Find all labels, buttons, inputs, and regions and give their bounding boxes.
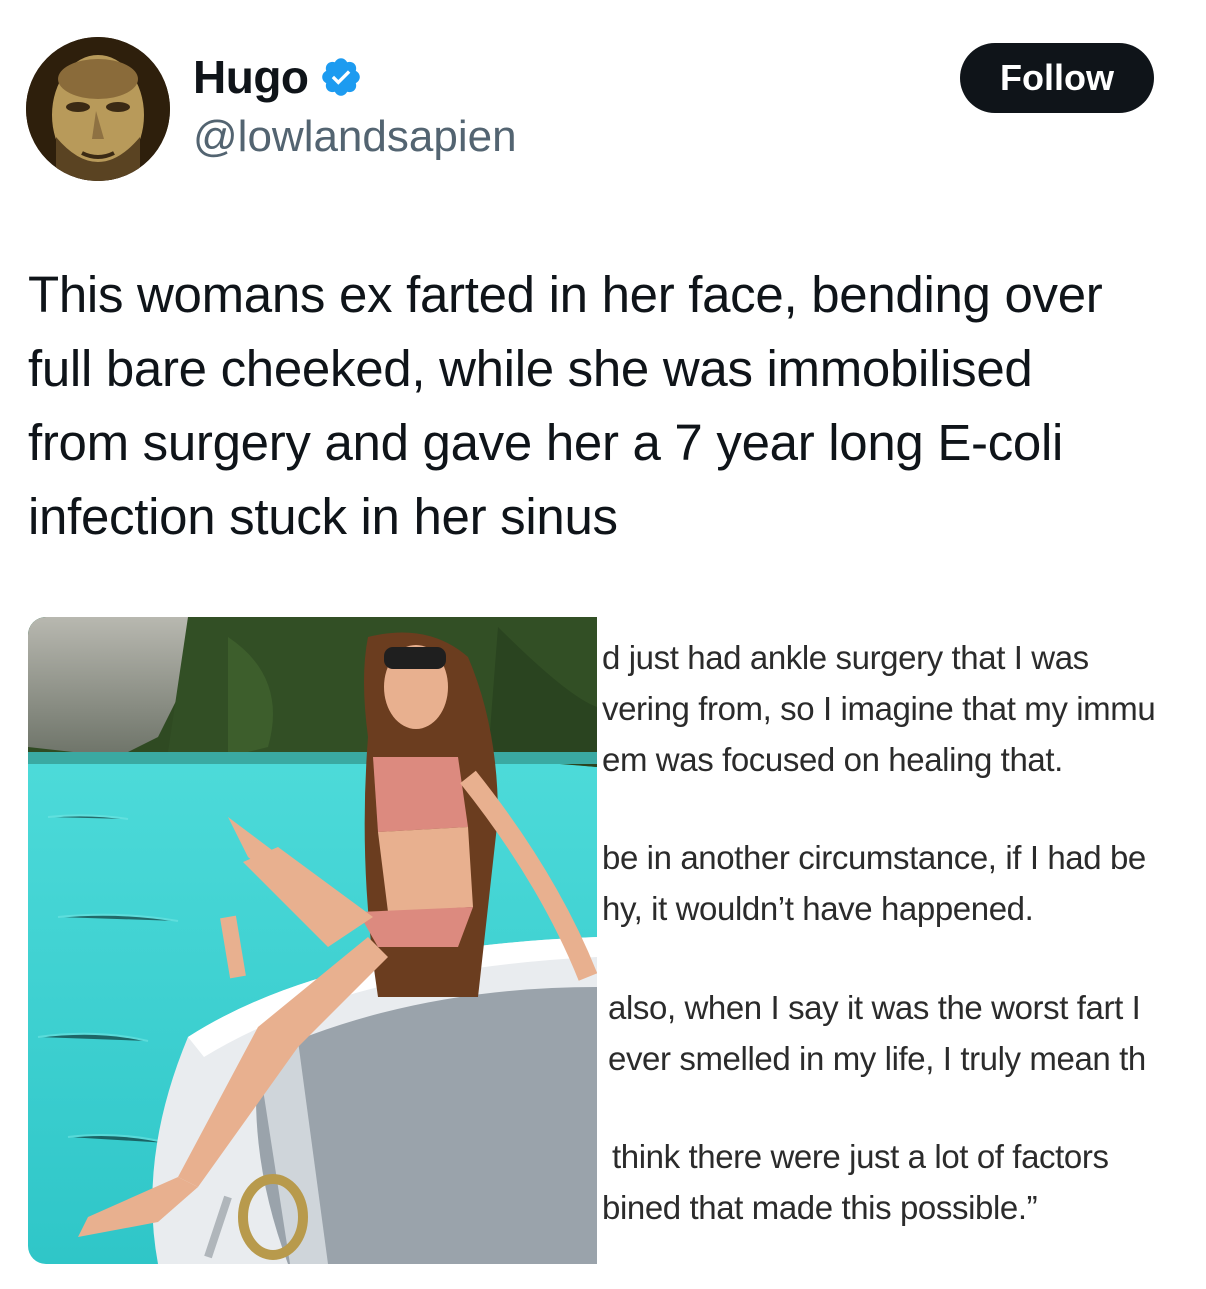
tweet-text-line: infection stuck in her sinus bbox=[28, 488, 618, 545]
quote-line: be in another circumstance, if I had be bbox=[602, 839, 1146, 876]
quote-line: em was focused on healing that. bbox=[602, 741, 1063, 778]
quote-line: think there were just a lot of factors bbox=[612, 1138, 1109, 1175]
quote-text-panel: d just had ankle surgery that I was veri… bbox=[602, 617, 1178, 1264]
quote-line: vering from, so I imagine that my immu bbox=[602, 690, 1156, 727]
bikini-boat-photo[interactable] bbox=[28, 617, 597, 1264]
tweet-text-line: full bare cheeked, while she was immobil… bbox=[28, 340, 1033, 397]
follow-button[interactable]: Follow bbox=[960, 43, 1154, 113]
author-name[interactable]: Hugo bbox=[193, 50, 309, 104]
quote-line: ever smelled in my life, I truly mean th bbox=[608, 1040, 1146, 1077]
quote-line: d just had ankle surgery that I was bbox=[602, 639, 1089, 676]
quote-line: hy, it wouldn’t have happened. bbox=[602, 890, 1034, 927]
quote-line: also, when I say it was the worst fart I bbox=[608, 989, 1141, 1026]
quote-line: bined that made this possible.” bbox=[602, 1189, 1038, 1226]
tweet-text-line: This womans ex farted in her face, bendi… bbox=[28, 266, 1103, 323]
tweet-text-line: from surgery and gave her a 7 year long … bbox=[28, 414, 1064, 471]
avatar-portrait bbox=[26, 37, 170, 181]
tweet-media[interactable]: d just had ankle surgery that I was veri… bbox=[28, 617, 1178, 1264]
photo-illustration bbox=[28, 617, 597, 1264]
verified-badge-icon bbox=[321, 58, 360, 96]
author-handle[interactable]: @lowlandsapien bbox=[193, 112, 517, 162]
author-name-row: Hugo bbox=[193, 50, 363, 104]
tweet-text: This womans ex farted in her face, bendi… bbox=[28, 258, 1188, 554]
avatar[interactable] bbox=[26, 37, 170, 181]
